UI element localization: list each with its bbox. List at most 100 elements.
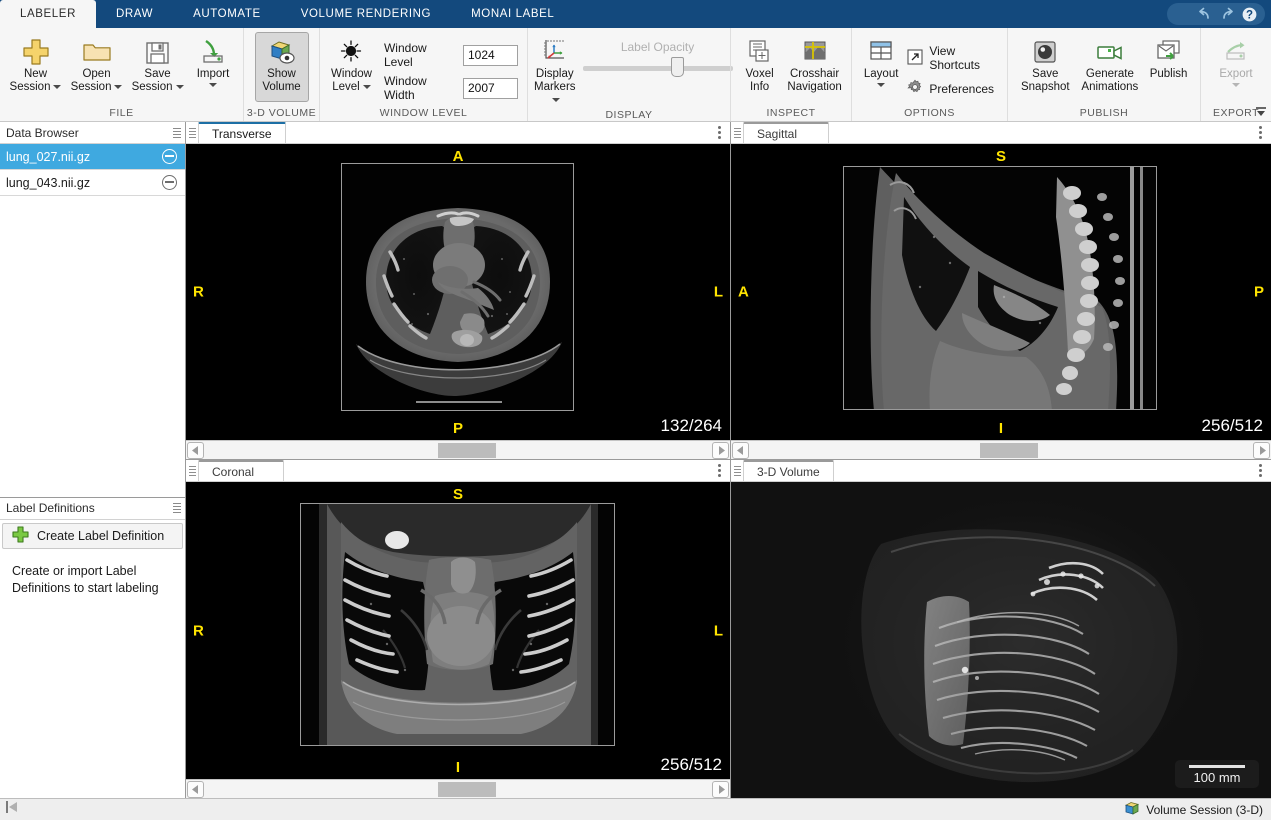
label-definitions-header: Label Definitions bbox=[0, 498, 185, 520]
scroll-right-button[interactable] bbox=[712, 781, 729, 798]
viewport-grip-icon[interactable] bbox=[189, 466, 196, 476]
ribbon-group-title: PUBLISH bbox=[1008, 106, 1200, 121]
remove-icon[interactable] bbox=[162, 149, 177, 164]
canvas-coronal[interactable]: S I R L 256/512 bbox=[186, 482, 730, 779]
data-item-lung-043[interactable]: lung_043.nii.gz bbox=[0, 170, 185, 196]
window-level-button[interactable]: Window Level bbox=[325, 32, 378, 102]
panel-grip-icon[interactable] bbox=[173, 128, 181, 138]
orientation-left: A bbox=[738, 284, 749, 301]
preferences-item[interactable]: Preferences bbox=[907, 79, 998, 98]
plus-icon bbox=[11, 525, 30, 547]
viewport-grip-icon[interactable] bbox=[734, 466, 741, 476]
scrollbar-coronal[interactable] bbox=[186, 779, 730, 798]
export-button[interactable]: Export bbox=[1209, 32, 1263, 102]
viewport-menu-icon[interactable] bbox=[1259, 464, 1262, 477]
label-definitions-title: Label Definitions bbox=[6, 501, 95, 515]
scroll-left-button[interactable] bbox=[187, 781, 204, 798]
tab-3d-volume[interactable]: 3-D Volume bbox=[743, 460, 834, 481]
collapse-left-icon[interactable] bbox=[4, 800, 20, 819]
show-volume-button[interactable]: Show Volume bbox=[255, 32, 309, 102]
scroll-right-button[interactable] bbox=[712, 442, 729, 459]
viewport-tabbar-3d-volume: 3-D Volume bbox=[731, 460, 1271, 482]
data-item-label: lung_027.nii.gz bbox=[6, 150, 90, 164]
cube-icon bbox=[1124, 801, 1140, 819]
scrollbar-transverse[interactable] bbox=[186, 440, 730, 459]
sagittal-image-frame bbox=[843, 166, 1157, 410]
canvas-3d-volume[interactable]: S R A 100 mm bbox=[731, 482, 1271, 798]
voxel-info-icon bbox=[746, 36, 774, 68]
scroll-left-button[interactable] bbox=[187, 442, 204, 459]
orientation-left: R bbox=[193, 622, 204, 639]
coronal-ct-slice bbox=[301, 504, 615, 746]
canvas-transverse[interactable]: A P R L 132/264 bbox=[186, 144, 730, 440]
scrollbar-sagittal[interactable] bbox=[731, 440, 1271, 459]
create-label-definition-button[interactable]: Create Label Definition bbox=[2, 523, 183, 549]
help-icon[interactable]: ? bbox=[1241, 6, 1258, 23]
scroll-thumb[interactable] bbox=[438, 443, 496, 458]
axes-markers-icon bbox=[540, 36, 570, 68]
viewport-grip-icon[interactable] bbox=[734, 128, 741, 138]
scroll-thumb[interactable] bbox=[980, 443, 1038, 458]
export-icon bbox=[1222, 36, 1250, 68]
layout-button[interactable]: Layout bbox=[857, 32, 905, 102]
collapse-ribbon-icon[interactable] bbox=[1254, 105, 1268, 119]
cube-eye-icon bbox=[267, 36, 297, 68]
ribbon-group-publish: Save Snapshot Generate Animations bbox=[1007, 28, 1200, 121]
viewport-grip-icon[interactable] bbox=[189, 128, 196, 138]
ribbon-tab-draw[interactable]: DRAW bbox=[96, 0, 173, 28]
tab-coronal[interactable]: Coronal bbox=[198, 460, 284, 481]
ribbon-group-file: New Session Open Session bbox=[0, 28, 243, 121]
crosshair-navigation-button[interactable]: Crosshair Navigation bbox=[783, 32, 846, 102]
ribbon-group-title: OPTIONS bbox=[852, 106, 1007, 121]
import-button[interactable]: Import bbox=[188, 32, 238, 102]
open-session-button[interactable]: Open Session bbox=[66, 32, 127, 102]
tab-transverse[interactable]: Transverse bbox=[198, 122, 286, 143]
ribbon-tab-label: AUTOMATE bbox=[193, 8, 261, 20]
display-markers-button[interactable]: Display Markers bbox=[533, 32, 577, 108]
window-width-input[interactable] bbox=[463, 78, 518, 99]
panel-grip-icon[interactable] bbox=[173, 503, 181, 513]
save-session-button[interactable]: Save Session bbox=[127, 32, 188, 102]
scroll-right-button[interactable] bbox=[1253, 442, 1270, 459]
viewport-menu-icon[interactable] bbox=[1259, 126, 1262, 139]
scroll-track[interactable] bbox=[205, 781, 711, 798]
scroll-track[interactable] bbox=[205, 442, 711, 459]
ribbon-group-window-level: Window Level Window Level Window Width W… bbox=[319, 28, 527, 121]
remove-icon[interactable] bbox=[162, 175, 177, 190]
ribbon-tab-volume-rendering[interactable]: VOLUME RENDERING bbox=[281, 0, 451, 28]
slider-knob[interactable] bbox=[671, 57, 684, 77]
save-session-label: Save Session bbox=[132, 68, 184, 94]
scroll-left-button[interactable] bbox=[732, 442, 749, 459]
undo-icon[interactable] bbox=[1195, 6, 1214, 22]
tab-label: Coronal bbox=[212, 465, 254, 479]
data-item-lung-027[interactable]: lung_027.nii.gz bbox=[0, 144, 185, 170]
tab-sagittal[interactable]: Sagittal bbox=[743, 122, 829, 143]
ribbon-tab-labeler[interactable]: LABELER bbox=[0, 0, 96, 28]
window-controls: ? bbox=[1167, 3, 1265, 25]
publish-button[interactable]: Publish bbox=[1142, 32, 1195, 102]
viewport-menu-icon[interactable] bbox=[718, 464, 721, 477]
voxel-info-label: Voxel Info bbox=[746, 68, 774, 94]
ribbon-tab-monai-label[interactable]: MONAI LABEL bbox=[451, 0, 574, 28]
redo-icon[interactable] bbox=[1218, 6, 1237, 22]
scroll-track[interactable] bbox=[750, 442, 1252, 459]
orientation-top: S bbox=[996, 148, 1006, 165]
label-opacity-label: Label Opacity bbox=[621, 40, 694, 54]
window-level-input[interactable] bbox=[463, 45, 518, 66]
view-shortcuts-item[interactable]: View Shortcuts bbox=[907, 44, 998, 72]
viewport-sagittal: Sagittal bbox=[731, 122, 1271, 460]
ribbon-tab-automate[interactable]: AUTOMATE bbox=[173, 0, 281, 28]
viewport-menu-icon[interactable] bbox=[718, 126, 721, 139]
label-opacity-slider[interactable] bbox=[583, 66, 733, 71]
save-snapshot-button[interactable]: Save Snapshot bbox=[1013, 32, 1078, 102]
ribbon-tab-label: VOLUME RENDERING bbox=[301, 8, 431, 20]
generate-animations-button[interactable]: Generate Animations bbox=[1078, 32, 1143, 102]
scroll-thumb[interactable] bbox=[438, 782, 496, 797]
session-label: Volume Session (3-D) bbox=[1146, 803, 1263, 817]
voxel-info-button[interactable]: Voxel Info bbox=[736, 32, 783, 102]
viewport-grid: Transverse bbox=[186, 122, 1271, 798]
orientation-left: R bbox=[193, 284, 204, 301]
canvas-sagittal[interactable]: S I A P 256/512 bbox=[731, 144, 1271, 440]
new-session-button[interactable]: New Session bbox=[5, 32, 66, 102]
svg-text:?: ? bbox=[1246, 9, 1253, 21]
